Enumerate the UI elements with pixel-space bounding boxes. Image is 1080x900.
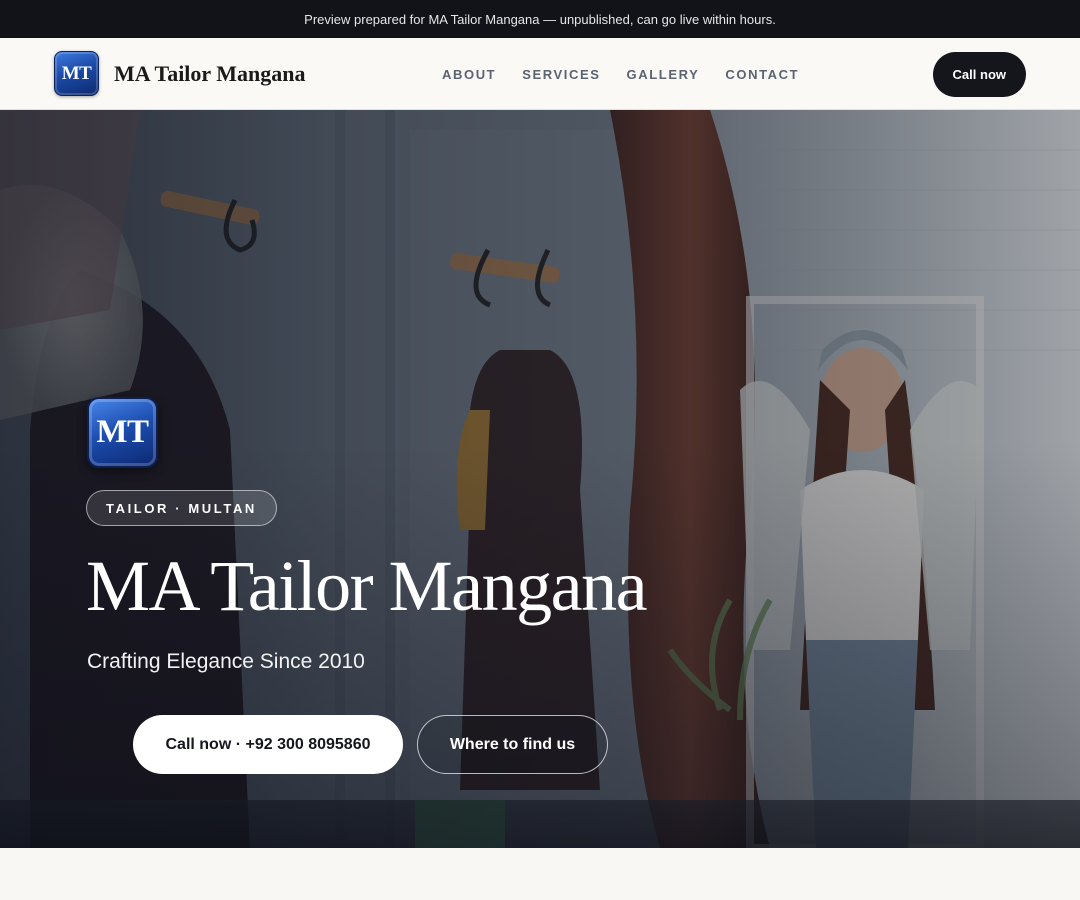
next-section: [0, 848, 1080, 900]
hero-tag: TAILOR · MULTAN: [86, 490, 277, 526]
nav-link-about[interactable]: ABOUT: [442, 67, 496, 82]
call-now-button[interactable]: Call now: [932, 52, 1026, 97]
find-us-button[interactable]: Where to find us: [417, 715, 608, 774]
nav-link-gallery[interactable]: GALLERY: [627, 67, 700, 82]
brand-name: MA Tailor Mangana: [114, 60, 306, 86]
main-nav: ABOUT SERVICES GALLERY CONTACT: [442, 38, 825, 110]
hero-logo: MT: [87, 397, 158, 468]
site-header: MT MA Tailor Mangana ABOUT SERVICES GALL…: [0, 38, 1080, 110]
brand-logo: MT: [54, 51, 99, 96]
nav-link-services[interactable]: SERVICES: [522, 67, 600, 82]
call-phone-button[interactable]: Call now · +92 300 8095860: [133, 715, 403, 774]
nav-link-contact[interactable]: CONTACT: [725, 67, 799, 82]
announcement-bar: Preview prepared for MA Tailor Mangana —…: [0, 0, 1080, 38]
hero-title: MA Tailor Mangana: [86, 546, 648, 626]
hero-logo-text: MT: [96, 414, 149, 450]
brand-link[interactable]: MT MA Tailor Mangana: [54, 51, 306, 96]
hero-subtitle: Crafting Elegance Since 2010: [87, 650, 365, 673]
announcement-text: Preview prepared for MA Tailor Mangana —…: [304, 11, 776, 27]
hero-section: MT TAILOR · MULTAN MA Tailor Mangana Cra…: [0, 110, 1080, 848]
brand-logo-text: MT: [61, 62, 92, 84]
